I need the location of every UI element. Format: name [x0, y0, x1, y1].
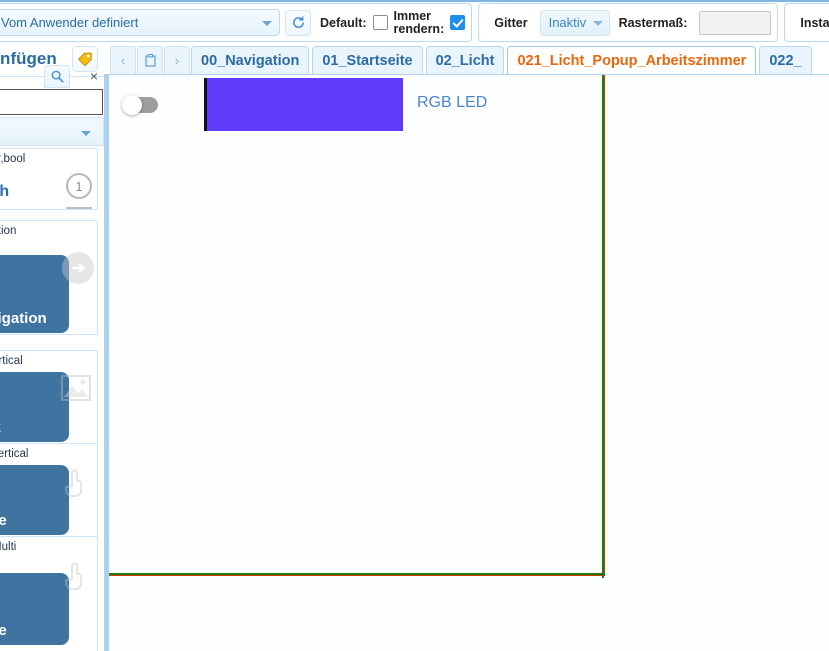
widget-card[interactable]: number,bool value 8 kWh 1 ✓ [0, 148, 98, 210]
widget-card[interactable]: State vertical ✎ State [0, 443, 98, 546]
card-thumbnail: ↩ Link [0, 372, 69, 442]
tab-prev-button[interactable]: ‹ [110, 46, 136, 74]
hand-pointer-icon [61, 559, 95, 593]
sidebar-category-dropdown[interactable] [0, 117, 104, 146]
search-icon [51, 70, 64, 83]
thumb-label: Link [0, 419, 1, 436]
card-thumbnail: ✎ State [0, 573, 69, 645]
thumb-label: State [0, 512, 7, 529]
card-title: State vertical [0, 448, 29, 460]
always-render-checkbox[interactable] [450, 15, 466, 30]
card-thumbnail: ▲ Navigation [0, 255, 69, 333]
tab-021-licht-popup-arbeitszimmer[interactable]: 021_Licht_Popup_Arbeitszimmer [507, 46, 757, 74]
thumb-label: State [0, 622, 7, 639]
chevron-right-icon: › [174, 53, 180, 68]
toggle-knob[interactable] [122, 95, 142, 115]
tab-bar: ‹ › 00_Navigation 01_Startseite 02_Licht… [104, 43, 829, 75]
chevron-down-icon [592, 20, 603, 26]
design-canvas[interactable]: RGB LED [109, 75, 829, 651]
tag-icon [77, 52, 92, 67]
style-group: Vom Anwender definiert Default: Immer re… [0, 3, 473, 42]
arrow-right-icon [61, 251, 95, 285]
grid-label: Gitter [494, 15, 528, 30]
badge-number: 1 [66, 173, 92, 199]
tab-label: 022_ [769, 52, 802, 69]
chevron-down-icon [81, 131, 91, 136]
close-icon[interactable]: × [90, 69, 98, 83]
widget-card[interactable]: Link vertical ↩ Link [0, 350, 98, 453]
check-icon: ✓ [66, 207, 92, 209]
instance-id-label: Instanz ID [800, 15, 829, 30]
raster-label: Rastermaß: [618, 15, 688, 30]
raster-input[interactable] [699, 10, 772, 35]
rgb-color-swatch[interactable] [204, 78, 403, 131]
tab-label: 02_Licht [435, 52, 495, 69]
tab-label: 021_Licht_Popup_Arbeitszimmer [517, 52, 747, 69]
insert-sidebar: Einfügen × n number,bool valu [0, 43, 104, 651]
rgb-led-label: RGB LED [417, 94, 488, 111]
always-render-label: Immer rendern: [393, 8, 445, 36]
style-combo-value: Vom Anwender definiert [1, 15, 139, 30]
card-title: Navigation vertical [0, 225, 17, 237]
grid-combo[interactable]: Inaktiv [539, 9, 610, 36]
tab-022[interactable]: 022_ [759, 46, 812, 74]
thumb-label: Navigation [0, 310, 47, 327]
refresh-icon [292, 16, 304, 28]
tab-clipboard-button[interactable] [137, 46, 163, 74]
widget-card-list[interactable]: number,bool value 8 kWh 1 ✓ Navigation v… [0, 148, 100, 651]
hand-pointer-icon [61, 466, 95, 500]
tab-label: 00_Navigation [201, 52, 300, 69]
style-combo[interactable]: Vom Anwender definiert [0, 9, 280, 36]
widget-card[interactable]: Navigation vertical ▲ Navigation [0, 220, 98, 335]
tab-next-button[interactable]: › [164, 46, 190, 74]
instance-group: Instanz ID f6.21b [784, 3, 829, 42]
chevron-down-icon [262, 20, 272, 26]
sidebar-filter-input[interactable]: n [0, 89, 103, 115]
page-frame [109, 75, 605, 578]
default-label: Default: [320, 15, 367, 30]
grid-group: Gitter Inaktiv Rastermaß: [478, 3, 779, 42]
grid-combo-value: Inaktiv [548, 15, 587, 30]
tab-00-navigation[interactable]: 00_Navigation [191, 46, 310, 74]
card-title: Link vertical [0, 355, 23, 367]
default-checkbox[interactable] [372, 15, 388, 30]
image-icon [61, 375, 95, 409]
sidebar-header: Einfügen × [0, 43, 104, 88]
tab-label: 01_Startseite [322, 52, 413, 69]
search-button[interactable] [44, 65, 70, 88]
clipboard-icon [144, 54, 156, 67]
card-thumbnail: ✎ State [0, 465, 69, 535]
rgb-led-toggle[interactable] [122, 95, 162, 115]
top-toolbar: Vom Anwender definiert Default: Immer re… [0, 0, 829, 43]
triangle-up-icon: ▲ [0, 259, 2, 293]
editor-window: Vom Anwender definiert Default: Immer re… [0, 0, 829, 651]
tab-02-licht[interactable]: 02_Licht [425, 46, 505, 74]
tab-01-startseite[interactable]: 01_Startseite [312, 46, 423, 74]
refresh-button[interactable] [285, 9, 311, 36]
chevron-left-icon: ‹ [120, 53, 126, 68]
widget-card[interactable]: State Multi vertical ✎ State [0, 536, 98, 651]
